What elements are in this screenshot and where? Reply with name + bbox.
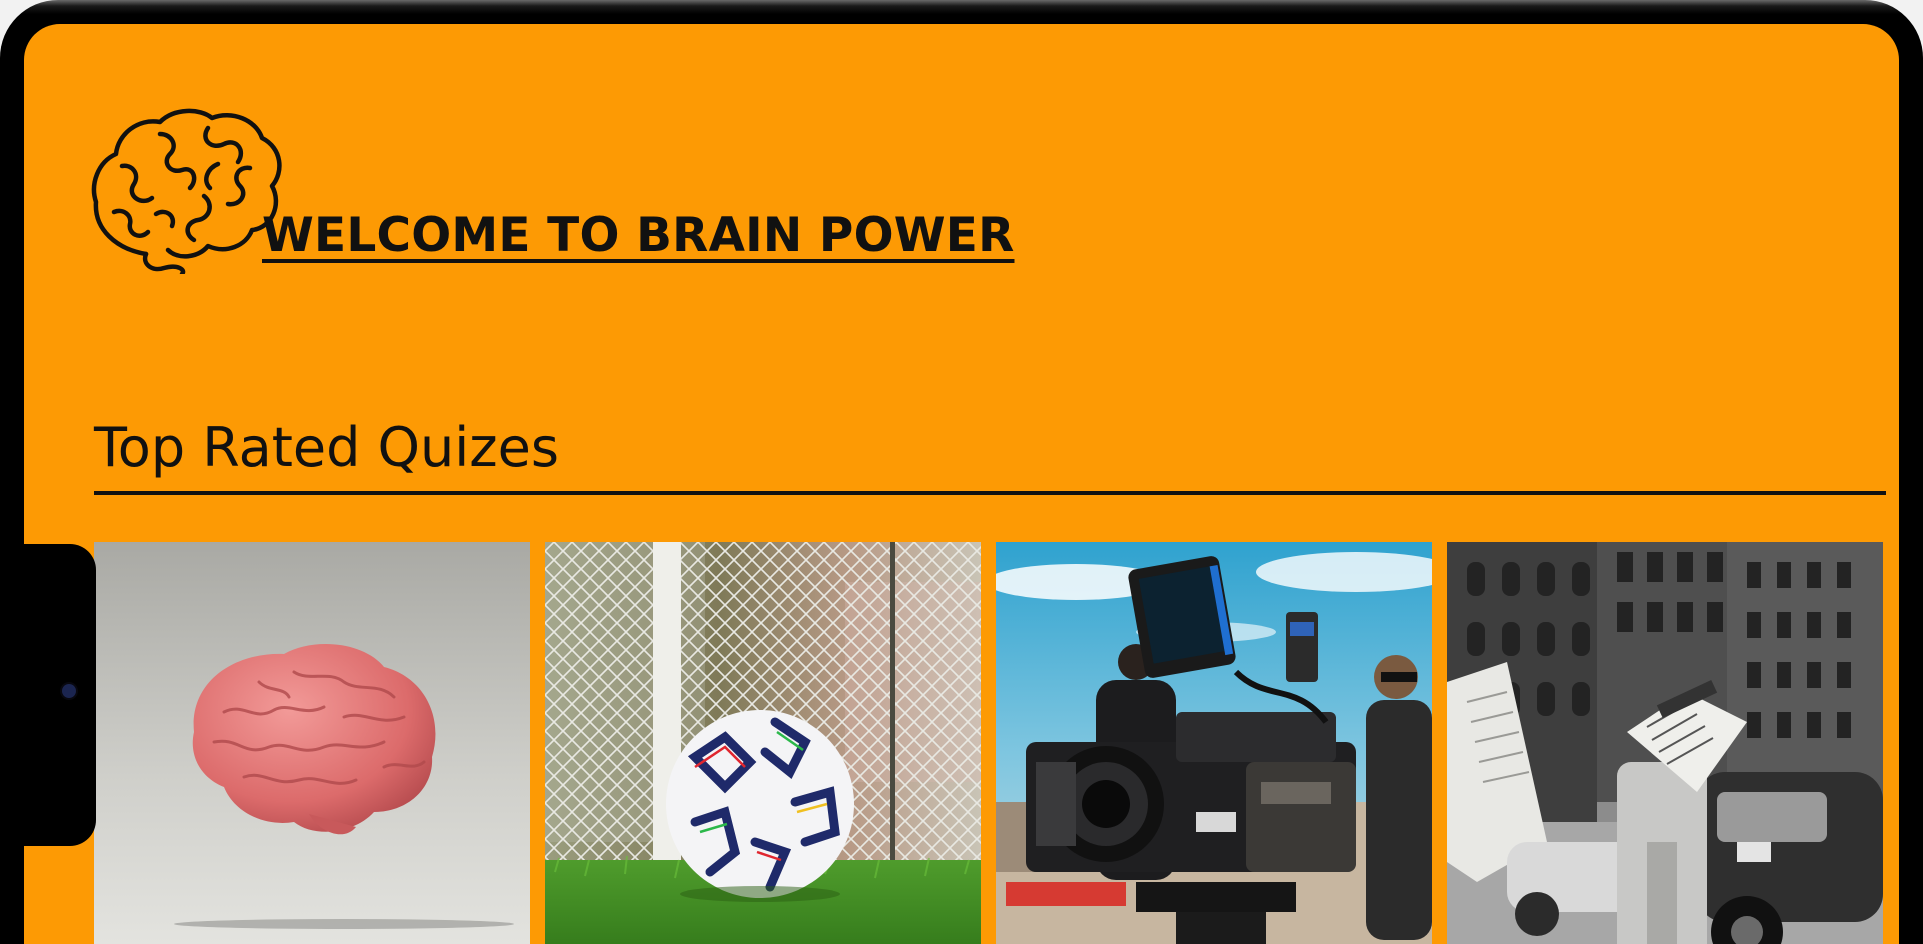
section-title: Top Rated Quizes [94, 416, 559, 479]
quiz-card-brain[interactable] [94, 542, 530, 944]
app-screen: WELCOME TO BRAIN POWER Top Rated Quizes [24, 24, 1899, 944]
soccer-ball-photo [545, 542, 981, 944]
vintage-newspaper-street-photo [1447, 542, 1883, 944]
quiz-card-list [94, 542, 1886, 944]
quiz-card-soccer[interactable] [545, 542, 981, 944]
section-divider [94, 491, 1886, 495]
brain-logo-icon[interactable] [86, 104, 284, 274]
page-title: WELCOME TO BRAIN POWER [262, 208, 1015, 263]
quiz-card-movies[interactable] [996, 542, 1432, 944]
page-header: WELCOME TO BRAIN POWER [86, 104, 1014, 274]
device-bezel-notch [24, 544, 96, 846]
front-camera-icon [62, 684, 76, 698]
pink-brain-photo [94, 542, 530, 944]
quiz-card-history[interactable] [1447, 542, 1883, 944]
film-camera-photo [996, 542, 1432, 944]
tablet-frame: WELCOME TO BRAIN POWER Top Rated Quizes [0, 0, 1923, 944]
